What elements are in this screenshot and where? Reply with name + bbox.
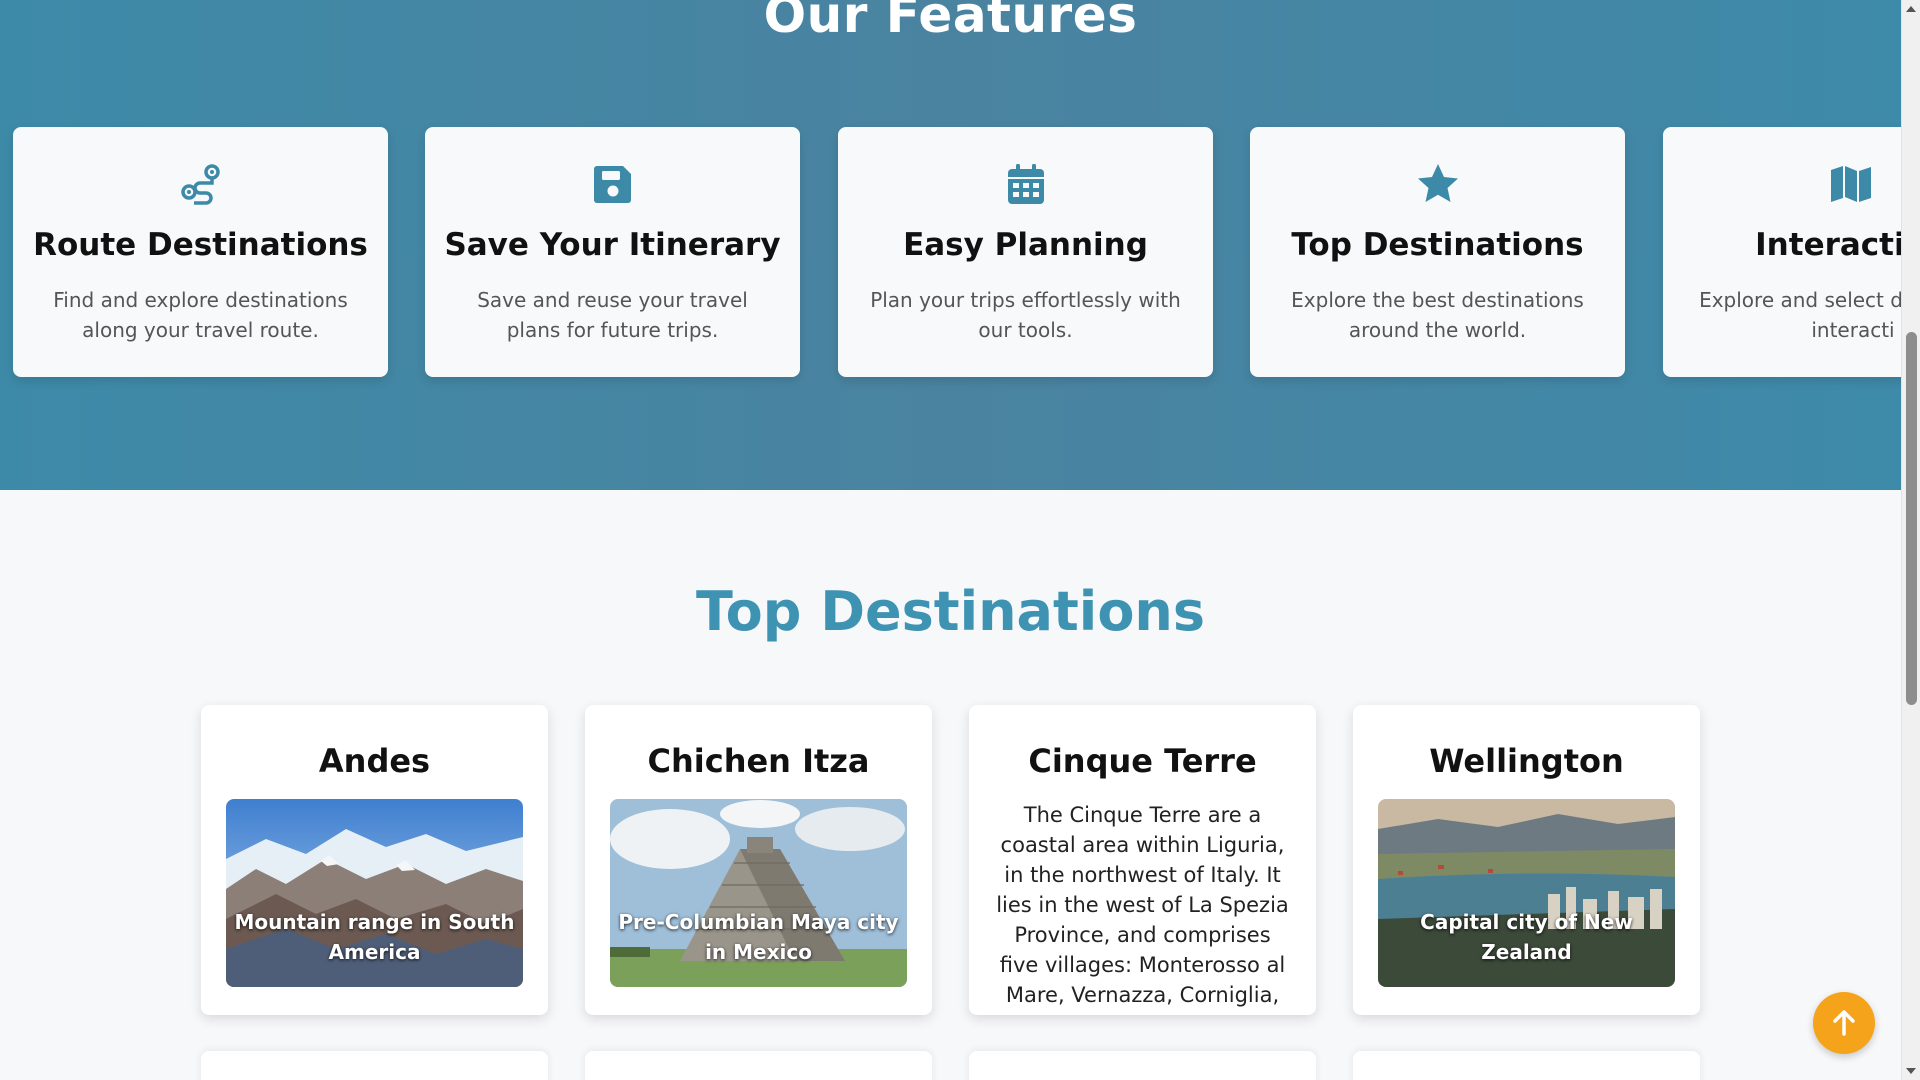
feature-description: Save and reuse your travel plans for fut…	[477, 288, 748, 342]
destination-caption: Mountain range in South America	[234, 910, 515, 964]
scroll-down-arrow-icon[interactable]	[1906, 1068, 1916, 1074]
destination-image: Pre-Columbian Maya city in Mexico	[610, 799, 907, 987]
arrow-up-icon	[1833, 1010, 1855, 1036]
map-icon	[1663, 162, 1901, 212]
destination-name: Andes	[318, 742, 431, 780]
features-section: Our Features Route Destinations Find and…	[0, 0, 1901, 490]
destination-name: Cinque Terre	[1028, 742, 1257, 780]
feature-description: Plan your trips effortlessly with our to…	[870, 288, 1181, 342]
scroll-to-top-button[interactable]	[1813, 992, 1875, 1054]
feature-card-planning: Easy Planning Plan your trips effortless…	[838, 127, 1213, 377]
destination-card-wellington[interactable]: Wellington Capital city of New Zealand	[1353, 705, 1700, 1015]
feature-card-top-destinations: Top Destinations Explore the best destin…	[1250, 127, 1625, 377]
scroll-up-arrow-icon[interactable]	[1906, 6, 1916, 12]
destination-name: Wellington	[1429, 742, 1624, 780]
feature-card-interactive: Interactive Explore and select de using …	[1663, 127, 1901, 377]
feature-title: Easy Planning	[903, 227, 1148, 263]
destination-card-andes[interactable]: Andes Mountain range in South America	[201, 705, 548, 1015]
scrollbar-thumb[interactable]	[1906, 332, 1917, 705]
feature-card-save: Save Your Itinerary Save and reuse your …	[425, 127, 800, 377]
destination-image: Mountain range in South America	[226, 799, 523, 987]
destinations-title: Top Destinations	[695, 580, 1206, 643]
destination-card[interactable]	[585, 1051, 932, 1080]
destination-image: Capital city of New Zealand	[1378, 799, 1675, 987]
feature-description: Find and explore destinations along your…	[53, 288, 348, 342]
destination-card-chichen-itza[interactable]: Chichen Itza Pre-Columbian Maya city in …	[585, 705, 932, 1015]
destination-card[interactable]	[969, 1051, 1316, 1080]
feature-card-route: Route Destinations Find and explore dest…	[13, 127, 388, 377]
save-icon	[425, 162, 800, 212]
star-icon	[1250, 162, 1625, 212]
destination-card[interactable]	[201, 1051, 548, 1080]
calendar-icon	[838, 162, 1213, 212]
feature-description: Explore and select de using an interacti	[1699, 288, 1901, 342]
feature-title: Route Destinations	[33, 227, 368, 263]
route-icon	[13, 162, 388, 212]
vertical-scrollbar[interactable]	[1901, 0, 1920, 1080]
features-title: Our Features	[763, 0, 1138, 44]
destination-name: Chichen Itza	[647, 742, 870, 780]
destination-card-cinque-terre[interactable]: Cinque Terre The Cinque Terre are a coas…	[969, 705, 1316, 1015]
feature-title: Top Destinations	[1291, 227, 1584, 263]
feature-title: Save Your Itinerary	[444, 227, 781, 263]
destination-card[interactable]	[1353, 1051, 1700, 1080]
destination-caption: Capital city of New Zealand	[1420, 910, 1633, 964]
feature-title: Interactive	[1755, 227, 1901, 263]
feature-description: Explore the best destinations around the…	[1291, 288, 1584, 342]
destination-caption: Pre-Columbian Maya city in Mexico	[618, 910, 899, 964]
destination-description: The Cinque Terre are a coastal area with…	[996, 803, 1289, 1007]
